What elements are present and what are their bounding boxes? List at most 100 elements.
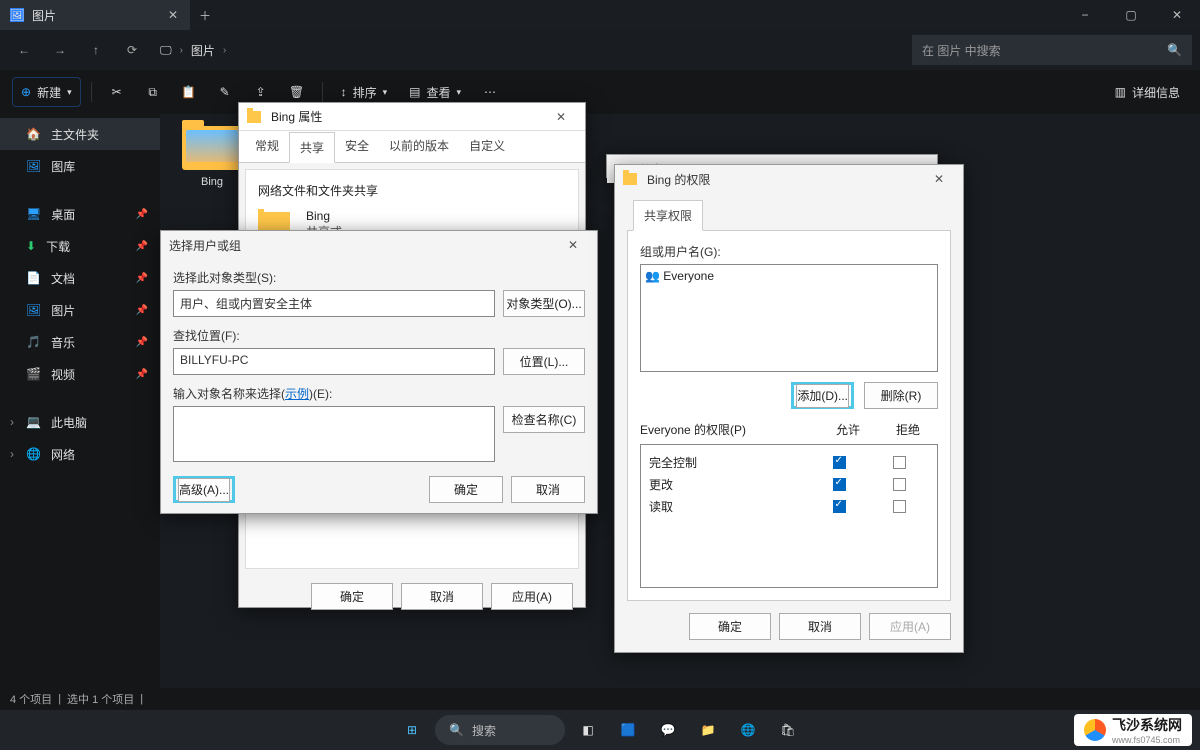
search-input[interactable]: 在 图片 中搜索 🔍 (912, 35, 1192, 65)
copy-button[interactable]: ⧉ (138, 77, 168, 107)
permissions-titlebar[interactable]: Bing 的权限 ✕ (615, 165, 963, 193)
search-placeholder: 在 图片 中搜索 (922, 42, 1001, 59)
new-button[interactable]: ⊕ 新建 ▾ (12, 77, 81, 107)
close-icon[interactable]: ✕ (923, 168, 955, 190)
pin-icon: 📌 (136, 369, 148, 380)
trash-icon: 🗑 (289, 85, 304, 99)
pin-icon: 📌 (136, 209, 148, 220)
store-button[interactable]: 🛍 (771, 713, 805, 747)
deny-change-checkbox[interactable] (893, 478, 906, 491)
taskview-button[interactable]: ◧ (571, 713, 605, 747)
sidebar-item-network[interactable]: 🌐网络 (0, 438, 160, 470)
cut-button[interactable]: ✂ (102, 77, 132, 107)
permissions-dialog: Bing 的权限 ✕ 共享权限 组或用户名(G): 👥 Everyone 添加(… (614, 164, 964, 653)
permissions-listbox: 完全控制 更改 读取 (640, 444, 938, 588)
cancel-button[interactable]: 取消 (511, 476, 585, 503)
pc-icon: 💻 (26, 415, 41, 429)
sidebar-item-thispc[interactable]: 💻此电脑 (0, 406, 160, 438)
cancel-button[interactable]: 取消 (401, 583, 483, 610)
paste-button[interactable]: 📋 (174, 77, 204, 107)
group-icon: 👥 (645, 269, 660, 283)
object-names-input[interactable] (173, 406, 495, 462)
sidebar-item-home[interactable]: 🏠主文件夹 (0, 118, 160, 150)
allow-full-checkbox[interactable] (833, 456, 846, 469)
sidebar-item-music[interactable]: 🎵音乐📌 (0, 326, 160, 358)
rename-button[interactable]: ✎ (210, 77, 240, 107)
search-icon: 🔍 (449, 723, 464, 737)
allow-change-checkbox[interactable] (833, 478, 846, 491)
sidebar-item-gallery[interactable]: 🖼图库 (0, 150, 160, 182)
details-pane-button[interactable]: ▥ 详细信息 (1107, 77, 1188, 107)
start-button[interactable]: ⊞ (395, 713, 429, 747)
tab-general[interactable]: 常规 (245, 131, 289, 162)
locations-button[interactable]: 位置(L)... (503, 348, 585, 375)
ok-button[interactable]: 确定 (689, 613, 771, 640)
close-icon[interactable]: ✕ (557, 234, 589, 256)
chat-button[interactable]: 💬 (651, 713, 685, 747)
status-count: 4 个项目 (10, 691, 52, 707)
example-link[interactable]: 示例 (285, 387, 309, 401)
tab-pictures[interactable]: 🖼 图片 ✕ (0, 0, 190, 30)
ok-button[interactable]: 确定 (429, 476, 503, 503)
remove-button[interactable]: 删除(R) (864, 382, 938, 409)
crumb-pictures[interactable]: 图片 (191, 42, 215, 59)
object-type-label: 选择此对象类型(S): (173, 269, 585, 286)
edge-button[interactable]: 🌐 (731, 713, 765, 747)
apply-button[interactable]: 应用(A) (491, 583, 573, 610)
sidebar-item-downloads[interactable]: ⬇下载📌 (0, 230, 160, 262)
properties-titlebar[interactable]: Bing 属性 ✕ (239, 103, 585, 131)
toolbar: ⊕ 新建 ▾ ✂ ⧉ 📋 ✎ ⇪ 🗑 ↕ 排序 ▾ ▤ 查看 ▾ ⋯ ▥ 详细信… (0, 70, 1200, 114)
widgets-button[interactable]: 🟦 (611, 713, 645, 747)
sidebar-item-desktop[interactable]: 🖥桌面📌 (0, 198, 160, 230)
perm-full: 完全控制 (649, 454, 809, 471)
perm-label: Everyone 的权限(P) (640, 421, 818, 438)
select-users-titlebar[interactable]: 选择用户或组 ✕ (161, 231, 597, 259)
advanced-button[interactable]: 高级(A)... (178, 478, 230, 502)
tab-security[interactable]: 安全 (335, 131, 379, 162)
plus-circle-icon: ⊕ (21, 85, 31, 99)
location-label: 查找位置(F): (173, 327, 585, 344)
allow-header: 允许 (818, 421, 878, 438)
tab-share-perm[interactable]: 共享权限 (633, 200, 703, 231)
close-tab-icon[interactable]: ✕ (166, 8, 180, 22)
close-icon[interactable]: ✕ (545, 106, 577, 128)
forward-button[interactable]: → (44, 34, 76, 66)
list-item-everyone[interactable]: 👥 Everyone (645, 269, 933, 283)
back-button[interactable]: ← (8, 34, 40, 66)
highlight: 添加(D)... (791, 382, 854, 409)
highlight: 高级(A)... (173, 476, 235, 503)
deny-read-checkbox[interactable] (893, 500, 906, 513)
tab-share[interactable]: 共享 (289, 132, 335, 163)
watermark-brand: 飞沙系统网 www.fs0745.com (1074, 714, 1192, 746)
cancel-button[interactable]: 取消 (779, 613, 861, 640)
taskbar-search[interactable]: 🔍搜索 (435, 715, 565, 745)
sidebar-item-videos[interactable]: 🎬视频📌 (0, 358, 160, 390)
sidebar-item-documents[interactable]: 📄文档📌 (0, 262, 160, 294)
add-button[interactable]: 添加(D)... (796, 384, 849, 408)
users-listbox[interactable]: 👥 Everyone (640, 264, 938, 372)
object-types-button[interactable]: 对象类型(O)... (503, 290, 585, 317)
apply-button[interactable]: 应用(A) (869, 613, 951, 640)
tab-custom[interactable]: 自定义 (459, 131, 515, 162)
sidebar-item-pictures[interactable]: 🖼图片📌 (0, 294, 160, 326)
explorer-button[interactable]: 📁 (691, 713, 725, 747)
perm-read: 读取 (649, 498, 809, 515)
new-tab-button[interactable]: ＋ (190, 0, 220, 30)
brand-name: 飞沙系统网 (1112, 715, 1182, 735)
refresh-button[interactable]: ⟳ (116, 34, 148, 66)
group-label: 组或用户名(G): (640, 243, 938, 260)
deny-full-checkbox[interactable] (893, 456, 906, 469)
ok-button[interactable]: 确定 (311, 583, 393, 610)
tab-previous[interactable]: 以前的版本 (379, 131, 459, 162)
up-button[interactable]: ↑ (80, 34, 112, 66)
network-icon: 🌐 (26, 447, 41, 461)
share-icon: ⇪ (256, 85, 266, 99)
close-window-button[interactable]: ✕ (1154, 0, 1200, 30)
search-icon: 🔍 (1167, 43, 1182, 57)
select-users-dialog: 选择用户或组 ✕ 选择此对象类型(S): 用户、组或内置安全主体 对象类型(O)… (160, 230, 598, 514)
breadcrumb[interactable]: 🖵 › 图片 › (160, 42, 908, 59)
check-names-button[interactable]: 检查名称(C) (503, 406, 585, 433)
minimize-button[interactable]: − (1062, 0, 1108, 30)
allow-read-checkbox[interactable] (833, 500, 846, 513)
maximize-button[interactable]: ▢ (1108, 0, 1154, 30)
